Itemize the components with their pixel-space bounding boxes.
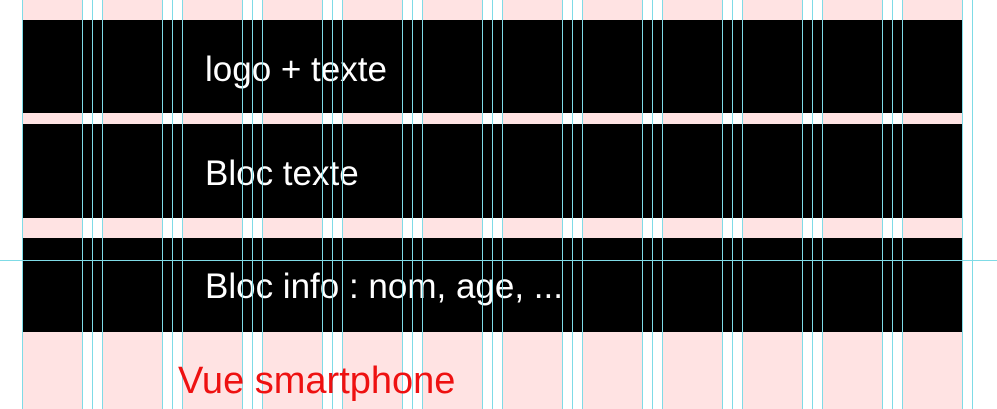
vertical-guide (642, 0, 643, 409)
block-label: Bloc info : nom, age, ... (205, 267, 563, 306)
vertical-guide (812, 0, 813, 409)
vertical-guide (332, 0, 333, 409)
vertical-guide (502, 0, 503, 409)
vertical-guide (402, 0, 403, 409)
vertical-guide (252, 0, 253, 409)
vertical-guide (882, 0, 883, 409)
vertical-guide (162, 0, 163, 409)
block-label: Bloc texte (205, 154, 359, 193)
vertical-guide (972, 0, 973, 409)
vertical-guide (102, 0, 103, 409)
vertical-guide (722, 0, 723, 409)
vertical-guide (902, 0, 903, 409)
vertical-guide (182, 0, 183, 409)
vertical-guide (422, 0, 423, 409)
vertical-guide (412, 0, 413, 409)
vertical-guide (822, 0, 823, 409)
vertical-guide (92, 0, 93, 409)
vertical-guide (582, 0, 583, 409)
vertical-guide (322, 0, 323, 409)
vertical-guide (22, 0, 23, 409)
vertical-guide (492, 0, 493, 409)
vertical-guide (262, 0, 263, 409)
vertical-guide (82, 0, 83, 409)
vertical-guide (342, 0, 343, 409)
vertical-guide (562, 0, 563, 409)
vertical-guide (892, 0, 893, 409)
vertical-guide (662, 0, 663, 409)
vertical-guide (482, 0, 483, 409)
block-label: logo + texte (205, 50, 387, 89)
vertical-guide (802, 0, 803, 409)
vertical-guide (572, 0, 573, 409)
vertical-guide (172, 0, 173, 409)
horizontal-guide (0, 260, 997, 261)
vertical-guide (732, 0, 733, 409)
vertical-guide (742, 0, 743, 409)
vertical-guide (652, 0, 653, 409)
vertical-guide (962, 0, 963, 409)
vertical-guide (242, 0, 243, 409)
view-caption: Vue smartphone (178, 360, 456, 402)
